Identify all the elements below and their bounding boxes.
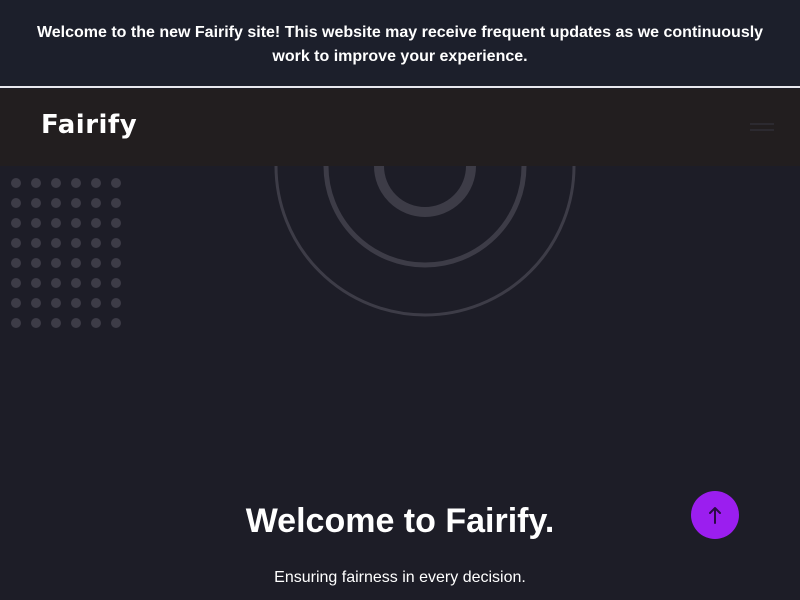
- logo[interactable]: Fairify: [41, 110, 137, 140]
- hero-subtitle: Ensuring fairness in every decision.: [274, 569, 526, 586]
- scroll-to-top-button[interactable]: [691, 491, 739, 539]
- hero-title: Welcome to Fairify.: [245, 502, 555, 540]
- ring-outer: [274, 166, 576, 317]
- ring-inner: [374, 166, 476, 217]
- announcement-text: Welcome to the new Fairify site! This we…: [36, 24, 764, 65]
- navbar: Fairify: [0, 89, 800, 166]
- menu-bar: [750, 129, 774, 131]
- menu-bar: [750, 123, 774, 125]
- hamburger-menu-icon[interactable]: [750, 123, 776, 133]
- concentric-rings-decoration: [274, 166, 576, 317]
- announcement-banner: Welcome to the new Fairify site! This we…: [0, 0, 800, 88]
- arrow-up-icon: [709, 507, 721, 524]
- hero-section: Welcome to Fairify. Ensuring fairness in…: [0, 166, 800, 600]
